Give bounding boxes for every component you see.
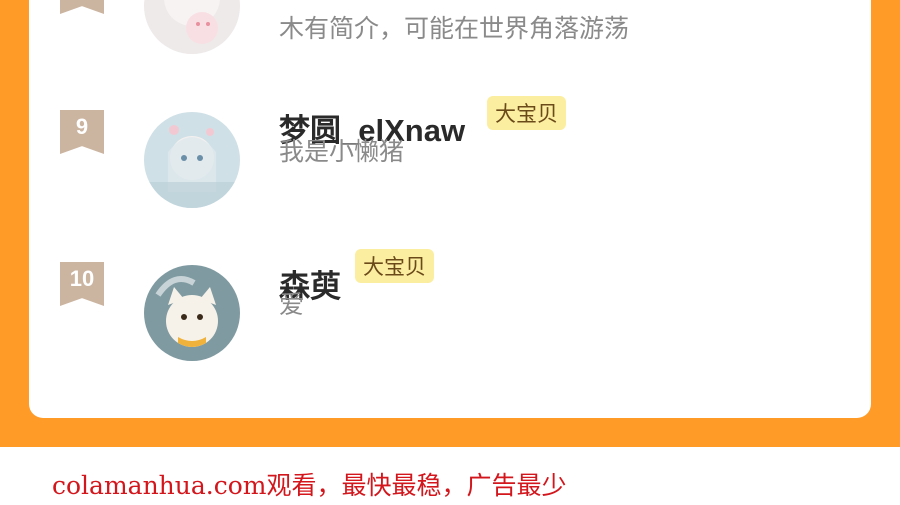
user-bio: 我是小懒猪 [279, 137, 405, 166]
ranking-list-card: 8 木有简介，可能在世界角落游荡 9 [29, 0, 871, 418]
user-bio: 爱 [279, 290, 305, 319]
ranking-row-8[interactable]: 8 木有简介，可能在世界角落游荡 [29, 0, 871, 80]
user-badge: 大宝贝 [355, 249, 434, 283]
rank-number: 10 [69, 266, 95, 291]
rank-number: 9 [75, 114, 89, 139]
ranking-row-9[interactable]: 9 梦圆_elXnaw 大宝贝 我是小懒猪 [29, 96, 871, 216]
user-badge: 大宝贝 [487, 96, 566, 130]
footer-notice: colamanhua.com观看，最快最稳，广告最少 [52, 471, 567, 500]
ranking-row-10[interactable]: 10 森萸 大宝贝 爱 [29, 249, 871, 369]
rank-ribbon: 10 [60, 262, 104, 306]
rank-ribbon: 8 [60, 0, 104, 14]
avatar[interactable] [144, 265, 240, 361]
user-bio: 木有简介，可能在世界角落游荡 [279, 14, 630, 43]
avatar[interactable] [144, 112, 240, 208]
avatar[interactable] [144, 0, 240, 54]
rank-ribbon: 9 [60, 110, 104, 154]
